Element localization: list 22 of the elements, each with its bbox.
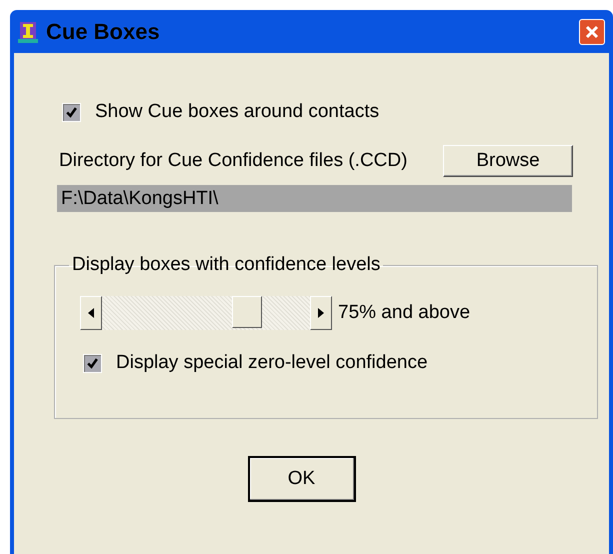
ok-button[interactable]: OK bbox=[248, 456, 356, 502]
checkbox-label: Display special zero-level confidence bbox=[116, 352, 428, 374]
close-icon bbox=[584, 24, 600, 40]
directory-field[interactable]: F:\Data\KongsHTI\ bbox=[57, 185, 572, 212]
browse-button[interactable]: Browse bbox=[443, 145, 573, 177]
check-icon bbox=[65, 106, 78, 118]
app-icon bbox=[18, 20, 38, 44]
group-title: Display boxes with confidence levels bbox=[71, 254, 382, 276]
check-icon bbox=[86, 356, 99, 370]
checkbox[interactable] bbox=[83, 354, 102, 372]
close-button[interactable] bbox=[579, 18, 605, 44]
checkbox[interactable] bbox=[62, 102, 81, 122]
confidence-reading: 75% and above bbox=[338, 302, 470, 324]
right-arrow-button[interactable] bbox=[310, 296, 332, 330]
slider[interactable] bbox=[80, 296, 332, 330]
left-arrow-icon bbox=[88, 308, 94, 318]
left-arrow-button[interactable] bbox=[80, 296, 102, 330]
window-title: Cue Boxes bbox=[46, 18, 160, 44]
slider-thumb[interactable] bbox=[232, 296, 262, 328]
directory-label: Directory for Cue Confidence files (.CCD) bbox=[59, 150, 408, 172]
right-arrow-icon bbox=[318, 308, 324, 318]
checkbox-label: Show Cue boxes around contacts bbox=[95, 101, 380, 123]
